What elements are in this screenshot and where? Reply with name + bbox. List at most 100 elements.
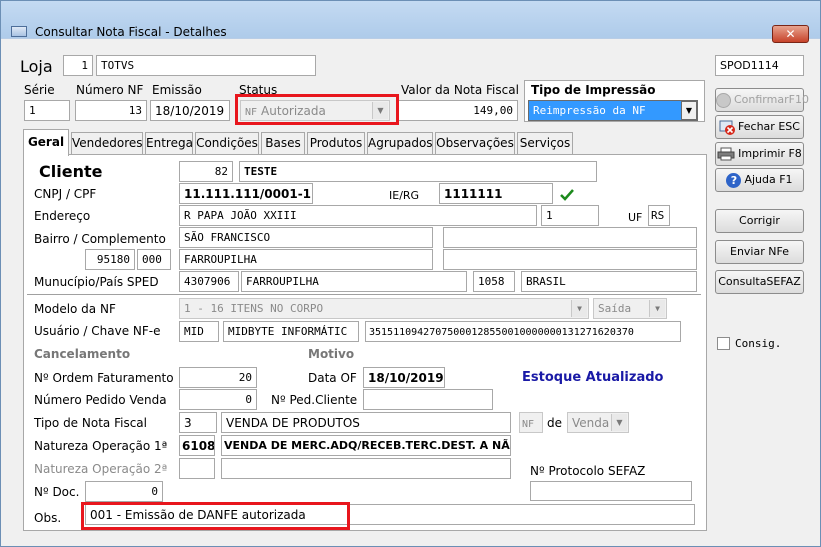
ie-label: IE/RG xyxy=(389,189,420,202)
cliente-codigo-field[interactable]: 82 xyxy=(179,161,233,182)
title-bar[interactable]: Consultar Nota Fiscal - Detalhes ✕ xyxy=(1,1,820,43)
cep-suffix-field[interactable]: 000 xyxy=(137,249,171,270)
chevron-down-icon[interactable]: ▼ xyxy=(611,414,627,431)
natureza1-cod-field[interactable]: 6108 xyxy=(179,435,215,456)
help-icon: ? xyxy=(726,172,742,188)
chevron-down-icon[interactable]: ▼ xyxy=(372,102,388,119)
chave-nfe-field[interactable]: 3515110942707500012855001000000013127162… xyxy=(365,321,681,342)
tab-servicos[interactable]: Serviços xyxy=(517,132,573,154)
loja-number-field[interactable]: 1 xyxy=(63,55,93,76)
uf-field[interactable]: RS xyxy=(648,205,670,226)
municipio-cod-field[interactable]: 4307906 xyxy=(179,271,239,292)
tipo-venda-value: Venda xyxy=(572,416,610,430)
cep-field[interactable]: 95180 xyxy=(85,249,135,270)
valor-label: Valor da Nota Fiscal xyxy=(401,83,519,97)
tipo-impressao-combo[interactable]: Reimpressão da NF ▼ xyxy=(528,100,698,121)
doc-field[interactable]: 0 xyxy=(85,481,163,502)
tipo-venda-combo[interactable]: Venda ▼ xyxy=(567,412,629,433)
chevron-down-icon[interactable]: ▼ xyxy=(649,300,665,317)
numero-field[interactable]: 13 xyxy=(75,100,147,121)
numero-label: Número NF xyxy=(76,83,144,97)
close-button[interactable]: ✕ xyxy=(772,25,809,43)
municipio-field[interactable]: FARROUPILHA xyxy=(241,271,467,292)
endereco-field[interactable]: R PAPA JOÃO XXIII xyxy=(179,205,537,226)
tab-vendedores[interactable]: Vendedores xyxy=(71,132,143,154)
modelo-combo[interactable]: 1 - 16 ITENS NO CORPO ▼ xyxy=(179,298,589,319)
main-window: Consultar Nota Fiscal - Detalhes ✕ Loja … xyxy=(0,0,821,547)
bairro-field[interactable]: SÃO FRANCISCO xyxy=(179,227,433,248)
confirmar-button[interactable]: ConfirmarF10 xyxy=(715,88,809,112)
tab-geral[interactable]: Geral xyxy=(23,129,69,156)
imprimir-button[interactable]: Imprimir F8 xyxy=(715,142,804,166)
emissao-field[interactable]: 18/10/2019 xyxy=(150,100,230,121)
natureza2-label: Natureza Operação 2ª xyxy=(34,462,168,476)
modelo-tipo-value: Saída xyxy=(598,302,632,315)
enviar-nfe-button[interactable]: Enviar NFe xyxy=(715,240,804,264)
tipo-nf-field[interactable]: VENDA DE PRODUTOS xyxy=(221,412,511,433)
printer-icon xyxy=(717,147,735,161)
status-combo[interactable]: NF Autorizada ▼ xyxy=(240,100,390,121)
ped-cliente-label: Nº Ped.Cliente xyxy=(271,393,358,407)
tab-condicoes[interactable]: Condições xyxy=(195,132,259,154)
serie-field[interactable]: 1 xyxy=(24,100,70,121)
natureza1-label: Natureza Operação 1ª xyxy=(34,439,168,453)
consig-label: Consig. xyxy=(735,337,782,350)
valor-field[interactable]: 149,00 xyxy=(398,100,518,121)
consig-checkbox[interactable] xyxy=(717,337,730,350)
bairro-label: Bairro / Complemento xyxy=(34,232,166,246)
status-label: Status xyxy=(239,83,278,97)
usuario-nome-field[interactable]: MIDBYTE INFORMÁTIC xyxy=(223,321,359,342)
pedido-field[interactable]: 0 xyxy=(179,389,257,410)
pais-field[interactable]: BRASIL xyxy=(521,271,697,292)
ordem-label: Nº Ordem Faturamento xyxy=(34,371,174,385)
consulta-sefaz-button[interactable]: ConsultaSEFAZ xyxy=(715,270,804,294)
complemento-field[interactable] xyxy=(443,227,697,248)
cliente-nome-field[interactable]: TESTE xyxy=(239,161,597,182)
status-prefix: NF xyxy=(245,107,258,118)
tab-bases[interactable]: Bases xyxy=(261,132,305,154)
cidade-field[interactable]: FARROUPILHA xyxy=(179,249,433,270)
tipo-impressao-value: Reimpressão da NF xyxy=(533,104,646,117)
confirm-icon xyxy=(716,92,731,108)
tipo-impressao-label: Tipo de Impressão xyxy=(531,83,656,97)
endereco-numero-field[interactable]: 1 xyxy=(541,205,599,226)
data-of-field[interactable]: 18/10/2019 xyxy=(363,367,445,388)
usuario-field[interactable]: MID xyxy=(179,321,219,342)
protocolo-field[interactable] xyxy=(530,481,692,501)
natureza1-field[interactable]: VENDA DE MERC.ADQ/RECEB.TERC.DEST. A NÃO… xyxy=(221,435,511,456)
pedido-label: Número Pedido Venda xyxy=(34,393,167,407)
doc-label: Nº Doc. xyxy=(34,485,80,499)
usuario-label: Usuário / Chave NF-e xyxy=(34,324,161,338)
app-icon xyxy=(11,26,27,37)
ordem-field[interactable]: 20 xyxy=(179,367,257,388)
loja-label: Loja xyxy=(20,57,53,76)
tab-produtos[interactable]: Produtos xyxy=(307,132,365,154)
natureza2-cod-field[interactable] xyxy=(179,458,215,479)
tab-entrega[interactable]: Entrega xyxy=(145,132,193,154)
endereco-label: Endereço xyxy=(34,209,91,223)
ajuda-button[interactable]: ? Ajuda F1 xyxy=(715,168,804,192)
tipo-nf-cod-field[interactable]: 3 xyxy=(179,412,217,433)
fechar-button[interactable]: Fechar ESC xyxy=(715,115,804,139)
tipo-nf-label: Tipo de Nota Fiscal xyxy=(34,416,147,430)
chevron-down-icon[interactable]: ▼ xyxy=(681,101,697,120)
obs-label: Obs. xyxy=(34,511,62,525)
pais-cod-field[interactable]: 1058 xyxy=(473,271,515,292)
natureza2-field[interactable] xyxy=(221,458,511,479)
cidade-extra-field[interactable] xyxy=(443,249,697,270)
cnpj-label: CNPJ / CPF xyxy=(34,187,97,201)
loja-name-field[interactable]: TOTVS xyxy=(96,55,316,76)
obs-field[interactable]: 001 - Emissão de DANFE autorizada xyxy=(85,504,695,525)
data-of-label: Data OF xyxy=(308,371,357,385)
corrigir-button[interactable]: Corrigir xyxy=(715,209,804,233)
ie-field[interactable]: 1111111 xyxy=(439,183,553,204)
ped-cliente-field[interactable] xyxy=(363,389,493,410)
tipo-nf-prefix: NF xyxy=(519,412,543,433)
tipo-de-label: de xyxy=(547,416,562,430)
tab-agrupados[interactable]: Agrupados xyxy=(367,132,433,154)
tab-observacoes[interactable]: Observações xyxy=(435,132,515,154)
program-code-field: SPOD1114 xyxy=(715,55,804,76)
chevron-down-icon[interactable]: ▼ xyxy=(571,300,587,317)
modelo-tipo-combo[interactable]: Saída ▼ xyxy=(593,298,667,319)
cnpj-field[interactable]: 11.111.111/0001-11 xyxy=(179,183,313,204)
